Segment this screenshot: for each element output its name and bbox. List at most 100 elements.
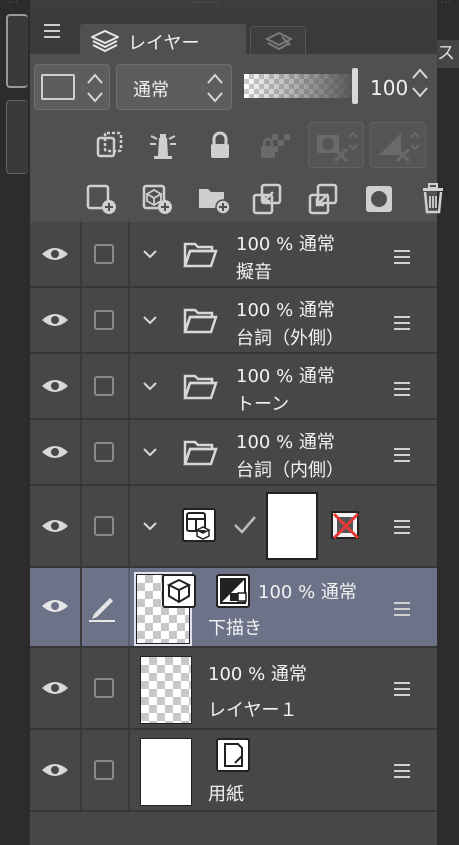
- ruler-display-button[interactable]: [370, 122, 426, 168]
- layer-row-paper[interactable]: 用紙: [30, 730, 437, 812]
- layer-visibility-checkbox[interactable]: [94, 516, 114, 536]
- layer-opacity-blend: 100 % 通常: [236, 432, 335, 453]
- tab-layer[interactable]: レイヤー: [80, 24, 246, 54]
- new-folder-icon[interactable]: [196, 182, 232, 216]
- layer-visibility-checkbox[interactable]: [94, 678, 114, 698]
- layer-row-folder[interactable]: 100 % 通常 台詞（内側）: [30, 420, 437, 486]
- panel-grip[interactable]: ·········: [188, 0, 220, 7]
- chevron-down-icon[interactable]: [142, 380, 158, 392]
- eye-icon[interactable]: [40, 596, 70, 616]
- folder-open-icon: [183, 440, 218, 466]
- layer-opacity-blend: 100 % 通常: [208, 664, 307, 685]
- delete-layer-icon[interactable]: [420, 182, 448, 216]
- expression-color-icon: [220, 578, 247, 604]
- lock-icon[interactable]: [206, 130, 234, 162]
- dock-panel-button-1[interactable]: [6, 14, 28, 88]
- layer-opacity-blend: 100 % 通常: [236, 300, 335, 321]
- layer-name[interactable]: 下描き: [208, 614, 262, 640]
- transfer-to-lower-layer-icon[interactable]: [250, 182, 284, 216]
- spin-arrows-icon: [207, 73, 223, 103]
- layer-row-folder[interactable]: 100 % 通常 トーン: [30, 354, 437, 420]
- frame-border-badge: [182, 508, 216, 542]
- spin-arrows-icon: [87, 73, 103, 103]
- opacity-spin-arrows-icon[interactable]: [410, 66, 430, 100]
- vector-layer-icon: [166, 578, 192, 604]
- paper-icon: [224, 743, 243, 767]
- drag-handle-icon[interactable]: [394, 682, 410, 700]
- eye-icon[interactable]: [40, 310, 70, 330]
- chevron-down-icon[interactable]: [142, 248, 158, 260]
- folder-open-icon: [183, 308, 218, 334]
- panel-tab-bar: レイヤー: [30, 8, 437, 54]
- layer-visibility-checkbox[interactable]: [94, 310, 114, 330]
- mask-disabled-icon[interactable]: [328, 508, 364, 542]
- hamburger-menu-icon[interactable]: [44, 24, 60, 38]
- layer-panel: レイヤー 通常 100 100 % 通常 擬音 100 % 通常 台詞（外側） …: [30, 8, 443, 845]
- combine-with-layer-below-icon[interactable]: [306, 182, 340, 216]
- layer-toolbar: 通常 100: [30, 54, 443, 222]
- opacity-value[interactable]: 100: [370, 76, 408, 100]
- reference-layer-icon[interactable]: [148, 130, 178, 162]
- clip-to-layer-below-icon[interactable]: [94, 130, 126, 162]
- dock-grip[interactable]: ···: [8, 0, 22, 7]
- eye-icon[interactable]: [40, 760, 70, 780]
- layer-thumbnail: [266, 492, 318, 560]
- blend-mode-value: 通常: [133, 80, 169, 101]
- create-layer-mask-icon[interactable]: [362, 182, 396, 216]
- opacity-slider-handle[interactable]: [352, 68, 358, 104]
- pen-edit-icon: [89, 598, 115, 622]
- chevron-down-icon[interactable]: [142, 520, 158, 532]
- layer-color-selector[interactable]: [34, 64, 110, 110]
- chevron-down-icon[interactable]: [142, 446, 158, 458]
- layer-color-swatch: [41, 74, 75, 100]
- eye-icon[interactable]: [40, 376, 70, 396]
- eye-icon[interactable]: [40, 442, 70, 462]
- eye-icon[interactable]: [40, 678, 70, 698]
- ruler-display-icon: [379, 131, 420, 163]
- layer-opacity-blend: 100 % 通常: [258, 582, 357, 603]
- layer-name[interactable]: 擬音: [236, 258, 272, 284]
- eye-icon[interactable]: [40, 516, 70, 536]
- drag-handle-icon[interactable]: [394, 250, 410, 268]
- lock-transparent-pixels-icon[interactable]: [258, 130, 292, 162]
- layer-opacity-blend: 100 % 通常: [236, 366, 335, 387]
- side-panel-tab[interactable]: スト: [437, 40, 459, 68]
- layer-name[interactable]: 台詞（内側）: [236, 456, 344, 482]
- layer-row-selected[interactable]: 100 % 通常 下描き: [30, 568, 437, 648]
- layer-row-raster[interactable]: 100 % 通常 レイヤー１: [30, 648, 437, 730]
- layer-row-folder[interactable]: 100 % 通常 台詞（外側）: [30, 288, 437, 354]
- tab-layer-label: レイヤー: [128, 33, 200, 54]
- layer-name[interactable]: 台詞（外側）: [236, 324, 344, 350]
- enable-mask-button[interactable]: [308, 122, 364, 168]
- layer-name[interactable]: 用紙: [208, 780, 244, 806]
- drag-handle-icon[interactable]: [394, 448, 410, 466]
- paper-layer-badge: [216, 738, 250, 772]
- eye-icon[interactable]: [40, 244, 70, 264]
- drag-handle-icon[interactable]: [394, 602, 410, 620]
- layer-name[interactable]: レイヤー１: [208, 696, 297, 722]
- drag-handle-icon[interactable]: [394, 382, 410, 400]
- layer-visibility-checkbox[interactable]: [94, 442, 114, 462]
- chevron-down-icon[interactable]: [142, 314, 158, 326]
- blend-mode-select[interactable]: 通常: [116, 64, 232, 110]
- tab-layer-property[interactable]: [250, 26, 306, 54]
- checkmark-icon: [234, 516, 256, 534]
- layers-icon: [91, 30, 119, 52]
- layer-row-folder[interactable]: 100 % 通常 擬音: [30, 222, 437, 288]
- new-raster-layer-icon[interactable]: [84, 182, 118, 216]
- layer-visibility-checkbox[interactable]: [94, 376, 114, 396]
- opacity-slider[interactable]: [244, 74, 352, 98]
- folder-open-icon: [183, 242, 218, 268]
- layer-row-frame-folder[interactable]: [30, 486, 437, 568]
- layer-visibility-checkbox[interactable]: [94, 244, 114, 264]
- drag-handle-icon[interactable]: [394, 316, 410, 334]
- left-dock-strip: ···: [0, 0, 30, 845]
- layer-visibility-checkbox[interactable]: [94, 760, 114, 780]
- drag-handle-icon[interactable]: [394, 520, 410, 538]
- new-vector-layer-icon[interactable]: [140, 182, 174, 216]
- layer-name[interactable]: トーン: [236, 390, 289, 416]
- right-dock-grip[interactable]: ···: [441, 0, 452, 7]
- expression-color-badge: [216, 574, 250, 608]
- dock-panel-button-2[interactable]: [6, 100, 28, 174]
- drag-handle-icon[interactable]: [394, 764, 410, 782]
